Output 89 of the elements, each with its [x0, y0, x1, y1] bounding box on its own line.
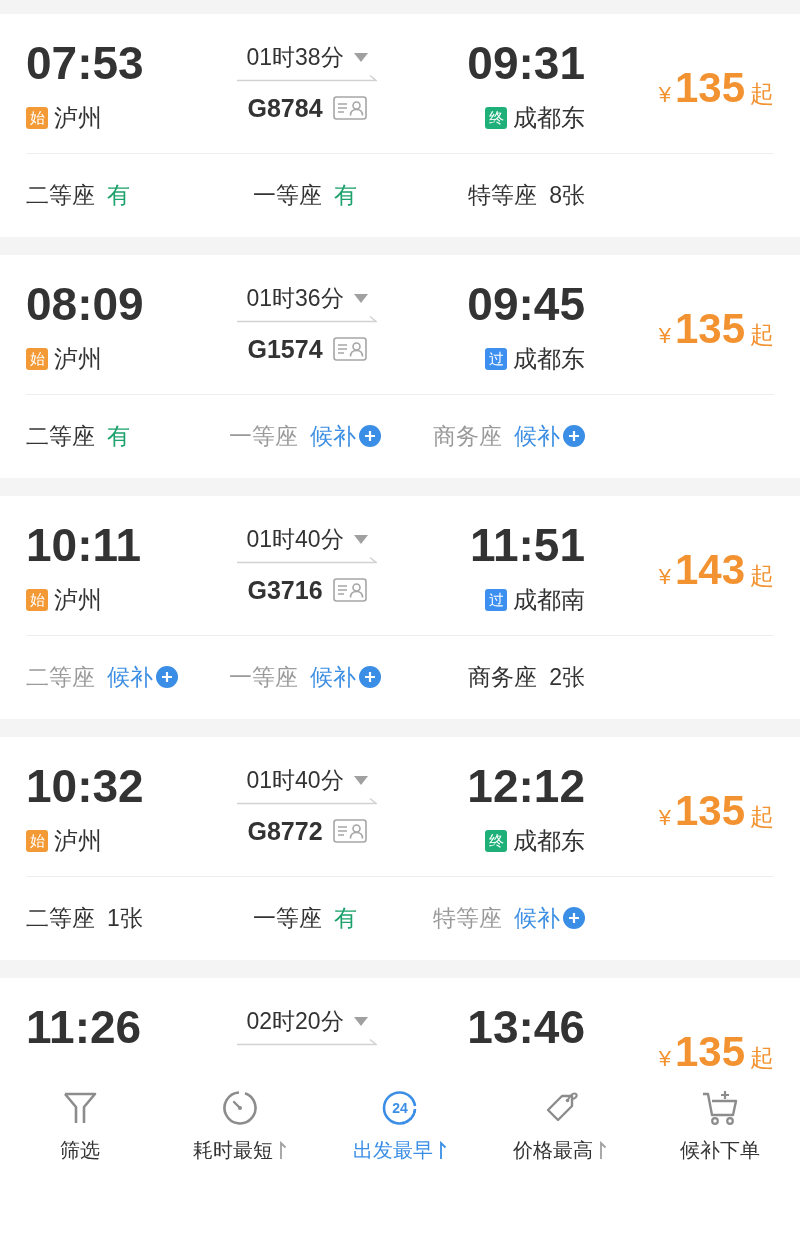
arrival-station: 成都东	[513, 103, 585, 133]
seat-class: 一等座	[229, 663, 298, 692]
seat-availability: 有	[107, 422, 130, 451]
cart-plus-icon	[700, 1088, 740, 1128]
train-card[interactable]: 07:53 始 泸州 01时38分 G8784 09:31 终 成都东 ¥135 起 二等座 有 一等座 有 特等座 8张	[0, 14, 800, 237]
departure-time: 07:53	[26, 37, 145, 89]
arrival-time: 09:45	[467, 278, 585, 330]
id-card-icon	[332, 337, 367, 361]
price: ¥143 起	[658, 546, 774, 594]
caret-down-icon[interactable]	[353, 52, 368, 62]
train-number: G3716	[247, 575, 323, 605]
seat-availability: 有	[334, 181, 357, 210]
waitlist-link[interactable]: 候补	[514, 903, 560, 933]
seat-class: 一等座	[229, 422, 298, 451]
price: ¥135 起	[658, 305, 774, 353]
id-card-icon	[332, 96, 367, 120]
seat-class: 二等座	[26, 422, 95, 451]
seat-class: 商务座	[433, 422, 502, 451]
station-badge: 始	[26, 830, 48, 852]
plus-circle-icon[interactable]	[156, 666, 178, 688]
seat-class: 一等座	[253, 181, 322, 210]
departure-station: 泸州	[54, 103, 102, 133]
train-card[interactable]: 10:32 始 泸州 01时40分 G8772 12:12 终 成都东 ¥135 起 二等座 1张 一等座 有 特等座 候补	[0, 737, 800, 960]
seat-class: 特等座	[468, 181, 538, 210]
arrival-station: 成都南	[513, 585, 585, 615]
caret-down-icon[interactable]	[353, 1016, 368, 1026]
train-card[interactable]: 11:26 02时20分 13:46 ¥135 起	[0, 978, 800, 1076]
travel-duration: 01时40分	[246, 525, 344, 553]
filter-button[interactable]: 筛选	[0, 1088, 160, 1164]
train-card[interactable]: 10:11 始 泸州 01时40分 G3716 11:51 过 成都南 ¥143 起 二等座 候补 一等座 候补 商务座 2张	[0, 496, 800, 719]
station-badge: 过	[485, 589, 507, 611]
departure-station: 泸州	[54, 826, 102, 856]
station-badge: 始	[26, 107, 48, 129]
seat-class: 特等座	[433, 904, 502, 933]
station-badge: 始	[26, 348, 48, 370]
sort-button[interactable]: 价格最高	[480, 1088, 640, 1164]
departure-time: 11:26	[26, 1001, 143, 1053]
waitlist-link[interactable]: 候补	[310, 421, 356, 451]
departure-station: 泸州	[54, 344, 102, 374]
caret-down-icon[interactable]	[353, 775, 368, 785]
seat-availability: 有	[107, 181, 130, 210]
departure-time: 08:09	[26, 278, 145, 330]
seat-availability: 8张	[549, 181, 585, 210]
arrival-time: 12:12	[467, 760, 585, 812]
price: ¥135 起	[658, 64, 774, 112]
seat-class: 二等座	[26, 181, 95, 210]
seat-availability: 2张	[549, 663, 585, 692]
seat-availability: 有	[334, 904, 357, 933]
plus-circle-icon[interactable]	[563, 425, 585, 447]
travel-duration: 01时36分	[246, 284, 344, 312]
station-badge: 过	[485, 348, 507, 370]
seat-availability: 1张	[107, 904, 143, 933]
waitlist-link[interactable]: 候补	[107, 662, 153, 692]
travel-duration: 02时20分	[246, 1007, 344, 1035]
price: ¥135 起	[658, 1028, 774, 1076]
arrival-time: 09:31	[467, 37, 585, 89]
waitlist-link[interactable]: 候补	[514, 421, 560, 451]
id-card-icon	[332, 578, 367, 602]
seat-class: 二等座	[26, 663, 95, 692]
price: ¥135 起	[658, 787, 774, 835]
plus-circle-icon[interactable]	[359, 425, 381, 447]
plus-circle-icon[interactable]	[563, 907, 585, 929]
waitlist-link[interactable]: 候补	[310, 662, 356, 692]
sort-button[interactable]: 耗时最短	[160, 1088, 320, 1164]
seat-class: 一等座	[253, 904, 322, 933]
train-card[interactable]: 08:09 始 泸州 01时36分 G1574 09:45 过 成都东 ¥135 起 二等座 有 一等座 候补 商务座 候补	[0, 255, 800, 478]
caret-down-icon[interactable]	[353, 534, 368, 544]
station-badge: 始	[26, 589, 48, 611]
id-card-icon	[332, 819, 367, 843]
station-badge: 终	[485, 107, 507, 129]
arrival-station: 成都东	[513, 344, 585, 374]
departure-time: 10:32	[26, 760, 145, 812]
arrival-time: 13:46	[467, 1001, 585, 1053]
arrival-time: 11:51	[469, 519, 585, 571]
seat-class: 商务座	[468, 663, 538, 692]
plus-circle-icon[interactable]	[359, 666, 381, 688]
arrival-station: 成都东	[513, 826, 585, 856]
travel-duration: 01时40分	[246, 766, 344, 794]
travel-duration: 01时38分	[246, 43, 344, 71]
train-number: G8784	[247, 93, 323, 123]
caret-down-icon[interactable]	[353, 293, 368, 303]
train-number: G8772	[247, 816, 323, 846]
stopwatch-icon	[220, 1088, 260, 1128]
departure-time: 10:11	[26, 519, 143, 571]
waitlist-order-button[interactable]: 候补下单	[640, 1088, 800, 1164]
seat-class: 二等座	[26, 904, 95, 933]
train-number: G1574	[247, 334, 323, 364]
departure-station: 泸州	[54, 585, 102, 615]
station-badge: 终	[485, 830, 507, 852]
